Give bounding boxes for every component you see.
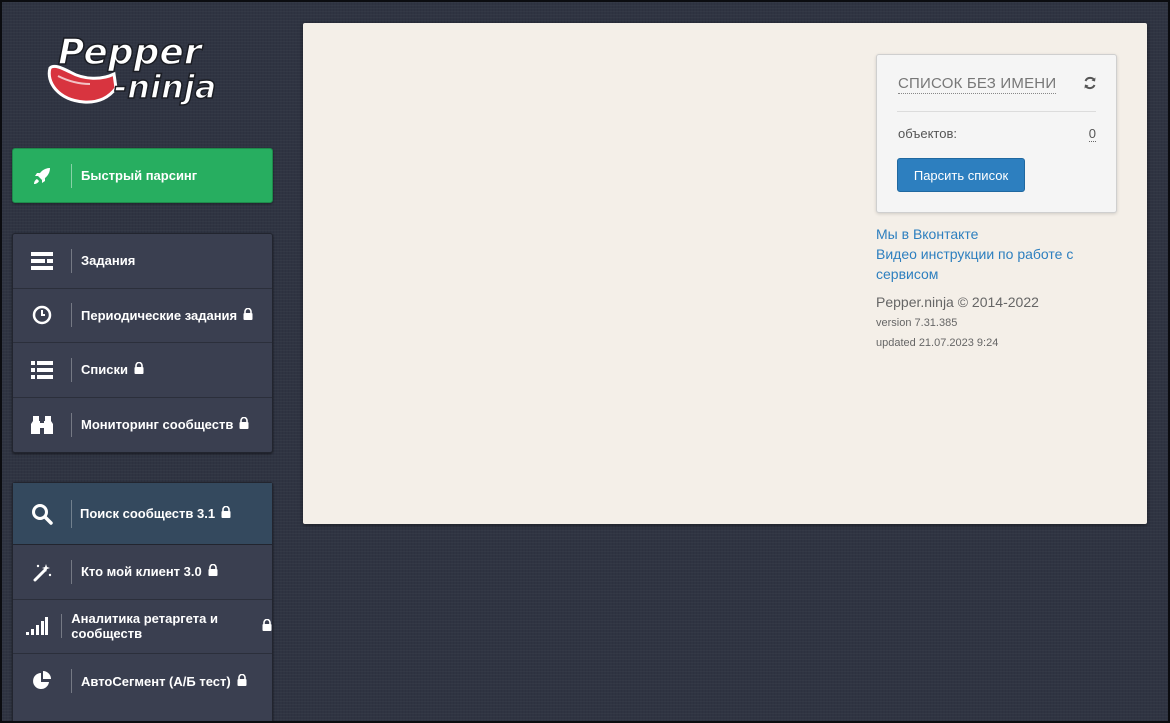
quick-parsing-button[interactable]: Быстрый парсинг	[12, 148, 273, 203]
card-divider	[897, 111, 1096, 112]
sidebar-item-tasks[interactable]: Задания	[13, 234, 272, 289]
sidebar-item-label: АвтоСегмент (А/Б тест)	[81, 673, 231, 689]
sidebar-item-label: Кто мой клиент 3.0	[81, 564, 202, 580]
lock-icon	[237, 673, 247, 689]
separator	[71, 163, 72, 188]
sidebar-item-who-is-my-client[interactable]: Кто мой клиент 3.0	[13, 545, 272, 600]
signal-bars-icon	[13, 600, 61, 654]
separator	[61, 614, 63, 639]
links-block: Мы в Вконтакте Видео инструкции по работ…	[876, 224, 1106, 284]
magic-wand-icon	[13, 545, 71, 599]
main-content-panel: СПИСОК БЕЗ ИМЕНИ объектов: 0 Парсить спи…	[303, 23, 1147, 524]
separator	[71, 559, 72, 584]
logo-text-pepper: Pepper	[58, 32, 204, 73]
lock-icon	[134, 362, 144, 377]
sidebar-item-community-search[interactable]: Поиск сообществ 3.1	[13, 483, 272, 545]
video-link-line1: Видео инструкции по работе с	[876, 246, 1074, 262]
sidebar-item-label: Аналитика ретаргета и сообществ	[71, 611, 218, 642]
sidebar-item-label: Мониторинг сообществ	[81, 417, 234, 433]
list-icon	[13, 343, 71, 397]
parse-list-button[interactable]: Парсить список	[897, 158, 1025, 192]
updated-text: updated 21.07.2023 9:24	[876, 337, 999, 349]
tasks-icon	[13, 234, 71, 288]
copyright-text: Pepper.ninja © 2014-2022	[876, 294, 1039, 310]
video-link-line2: сервисом	[876, 266, 939, 282]
binoculars-icon	[13, 398, 71, 453]
separator	[71, 357, 72, 382]
objects-count-value[interactable]: 0	[1088, 126, 1096, 142]
lock-icon	[221, 505, 231, 521]
video-instructions-link[interactable]: Видео инструкции по работе с сервисом	[876, 244, 1106, 284]
sidebar-item-community-monitoring[interactable]: Мониторинг сообществ	[13, 398, 272, 453]
pepper-logo-graphic: Pepper -ninja	[47, 31, 217, 107]
lock-icon	[243, 307, 253, 323]
menu-group-tools: Поиск сообществ 3.1 Кто мой клиент 3.0 А…	[12, 482, 273, 723]
objects-count-label: объектов:	[898, 126, 957, 141]
sidebar-item-periodic-tasks[interactable]: Периодические задания	[13, 289, 272, 343]
logo-text-ninja: -ninja	[114, 68, 216, 106]
quick-parsing-label: Быстрый парсинг	[81, 168, 198, 183]
sidebar-item-label: Задания	[81, 253, 136, 269]
sidebar-item-retarget-analytics[interactable]: Аналитика ретаргета и сообществ	[13, 600, 272, 654]
sidebar-item-label: Списки	[81, 362, 128, 378]
sidebar-item-label: Поиск сообществ 3.1	[80, 506, 216, 521]
sidebar-item-label: Периодические задания	[81, 307, 238, 323]
list-name-editable[interactable]: СПИСОК БЕЗ ИМЕНИ	[898, 75, 1057, 94]
search-icon	[13, 483, 71, 544]
rocket-icon	[13, 149, 71, 202]
clock-icon	[13, 289, 71, 343]
sidebar-item-lists[interactable]: Списки	[13, 343, 272, 398]
vk-link[interactable]: Мы в Вконтакте	[876, 224, 1106, 244]
refresh-icon[interactable]	[1083, 76, 1097, 95]
list-card: СПИСОК БЕЗ ИМЕНИ объектов: 0 Парсить спи…	[876, 54, 1117, 213]
app-logo[interactable]: Pepper -ninja	[44, 22, 244, 110]
separator	[71, 412, 72, 437]
lock-icon	[208, 564, 218, 579]
lock-icon	[262, 618, 272, 634]
lock-icon	[239, 417, 249, 432]
separator	[71, 248, 72, 273]
separator	[71, 669, 72, 694]
pie-chart-icon	[13, 654, 71, 709]
menu-group-main: Задания Периодические задания Списки Мон…	[12, 233, 273, 453]
separator	[71, 303, 72, 328]
separator	[71, 499, 72, 528]
sidebar-item-autosegment[interactable]: АвтоСегмент (А/Б тест)	[13, 654, 272, 709]
version-text: version 7.31.385	[876, 317, 958, 329]
